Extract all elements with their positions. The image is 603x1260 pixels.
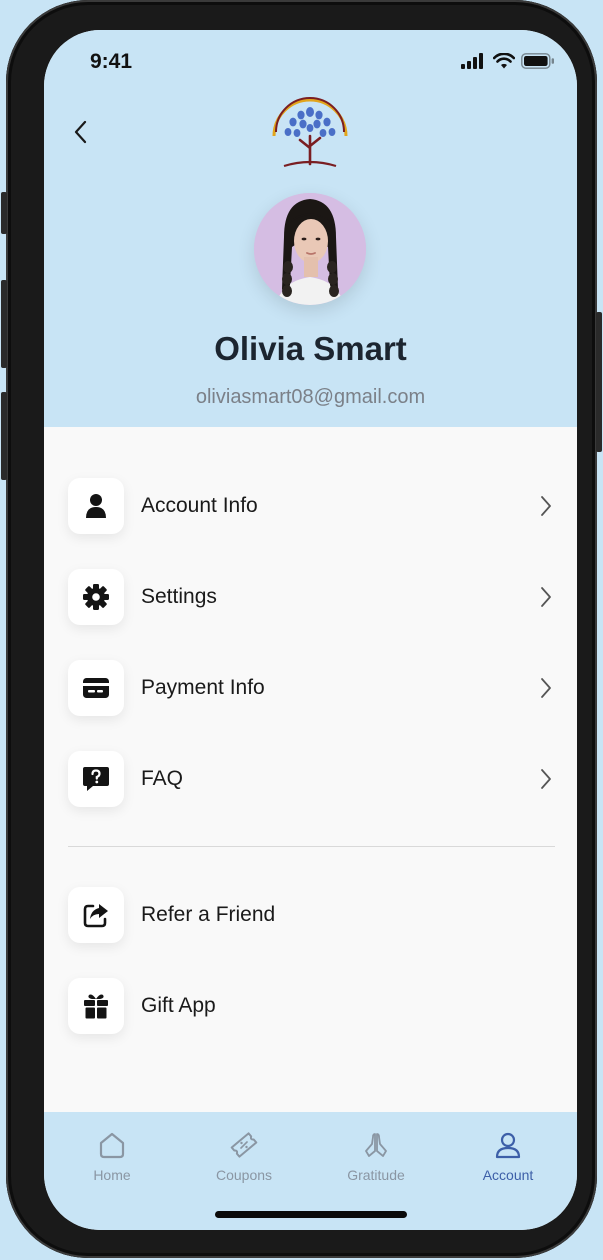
question-bubble-icon [68, 751, 124, 807]
praying-hands-icon [365, 1133, 387, 1157]
menu-item-faq[interactable]: FAQ [68, 751, 555, 807]
tab-label: Home [93, 1167, 131, 1183]
profile-header: 9:41 Olivia Smart oliviasmart08@gmail.co… [44, 30, 577, 427]
menu-item-settings[interactable]: Settings [68, 569, 555, 625]
chevron-right-icon [541, 587, 551, 607]
app-logo-tree-icon [272, 97, 348, 168]
menu-item-label: Gift App [141, 994, 216, 1017]
profile-email: oliviasmart08@gmail.com [195, 386, 426, 408]
tab-coupons[interactable]: Coupons [189, 1130, 299, 1183]
cellular-signal-icon [461, 53, 483, 69]
credit-card-icon [68, 660, 124, 716]
menu-item-label: FAQ [141, 767, 184, 790]
phone-volume-down-button [1, 392, 7, 480]
profile-name: Olivia Smart [214, 330, 407, 367]
phone-silent-switch [1, 192, 7, 234]
phone-power-button [596, 312, 602, 452]
profile-avatar [254, 193, 366, 305]
menu-item-label: Account Info [141, 494, 258, 517]
tab-home[interactable]: Home [57, 1130, 167, 1183]
menu-item-payment-info[interactable]: Payment Info [68, 660, 555, 716]
tab-label: Coupons [215, 1167, 273, 1183]
menu-item-label: Settings [141, 585, 217, 608]
user-icon [68, 478, 124, 534]
profile-photo [254, 193, 366, 305]
menu-divider [68, 846, 555, 847]
menu-item-account-info[interactable]: Account Info [68, 478, 555, 534]
tab-label: Account [482, 1167, 534, 1183]
tab-label: Gratitude [347, 1167, 405, 1183]
account-icon [495, 1132, 521, 1159]
gear-icon [68, 569, 124, 625]
battery-icon [521, 53, 554, 69]
status-icons [461, 53, 555, 69]
share-icon [68, 887, 124, 943]
chevron-right-icon [541, 769, 551, 789]
phone-volume-up-button [1, 280, 7, 368]
tab-account[interactable]: Account [453, 1130, 563, 1183]
home-indicator[interactable] [215, 1211, 407, 1218]
gift-icon [68, 978, 124, 1034]
ticket-icon [230, 1132, 258, 1158]
home-icon [99, 1132, 125, 1159]
status-time: 9:41 [90, 50, 133, 73]
menu-item-refer-a-friend[interactable]: Refer a Friend [68, 887, 555, 943]
chevron-right-icon [541, 496, 551, 516]
wifi-icon [493, 53, 515, 69]
back-arrow-icon[interactable] [70, 116, 94, 148]
menu-item-label: Refer a Friend [141, 903, 276, 926]
tab-gratitude[interactable]: Gratitude [321, 1130, 431, 1183]
phone-frame: 9:41 Olivia Smart oliviasmart08@gmail.co… [1, 0, 602, 1258]
menu-item-gift-app[interactable]: Gift App [68, 978, 555, 1034]
chevron-right-icon [541, 678, 551, 698]
menu-item-label: Payment Info [141, 676, 265, 699]
app-screen: 9:41 Olivia Smart oliviasmart08@gmail.co… [44, 30, 577, 1230]
